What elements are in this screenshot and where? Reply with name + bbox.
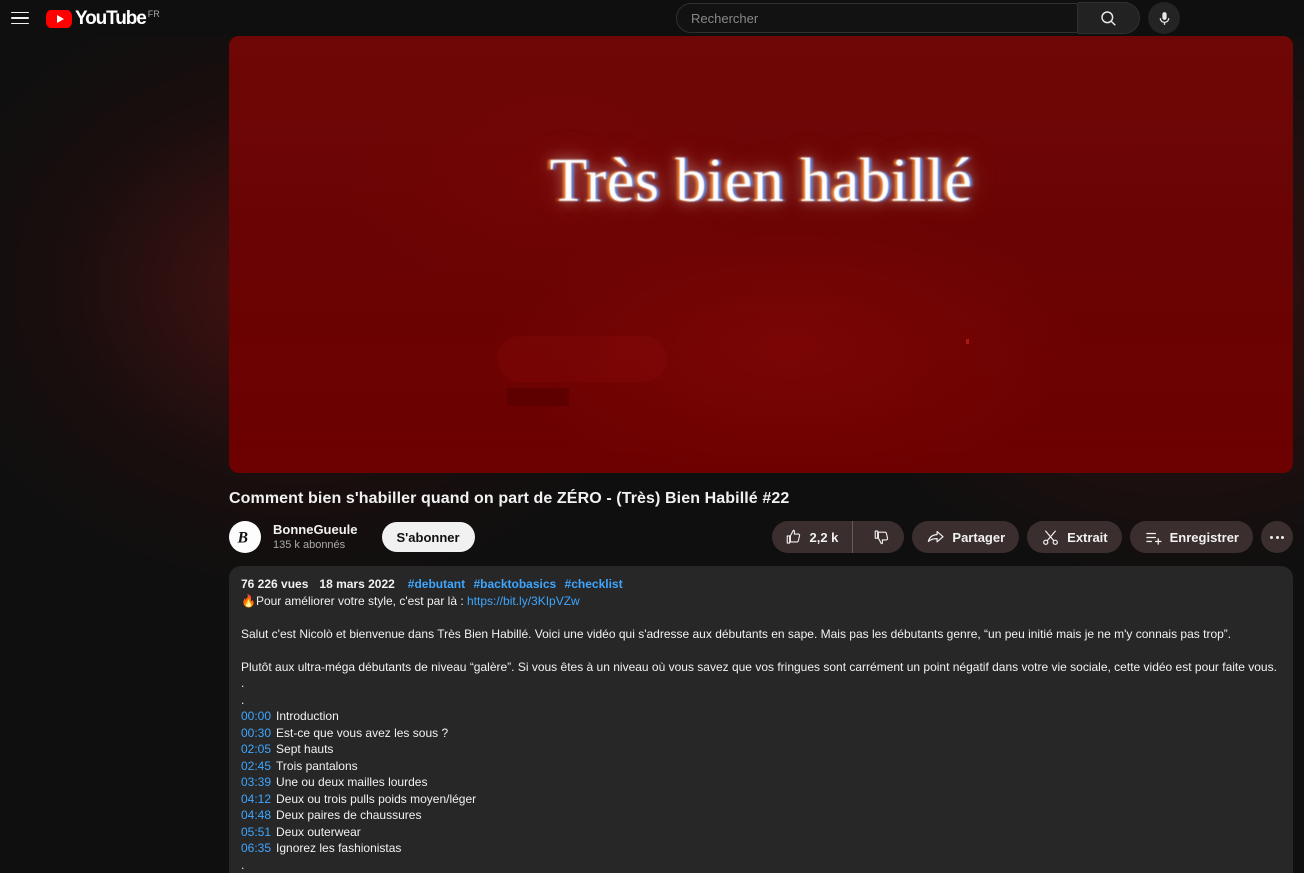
chapter-timestamp[interactable]: 02:45	[241, 758, 271, 775]
clip-label: Extrait	[1067, 529, 1108, 545]
like-count: 2,2 k	[809, 529, 839, 545]
hashtag[interactable]: #backtobasics	[473, 577, 556, 591]
description-paragraph: Salut c'est Nicolò et bienvenue dans Trè…	[241, 626, 1232, 641]
chapter-item[interactable]: 00:00 Introduction	[241, 708, 1281, 725]
youtube-play-icon	[46, 9, 72, 28]
video-frame-title-text: Très bien habillé	[549, 147, 973, 215]
hashtag[interactable]: #checklist	[565, 577, 623, 591]
video-frame-shape	[507, 388, 569, 406]
masthead: YouTube FR	[0, 0, 1304, 36]
chapter-label: Deux paires de chaussures	[276, 808, 422, 822]
chapter-timestamp[interactable]: 05:51	[241, 824, 271, 841]
chapter-label: Ignorez les fashionistas	[276, 841, 402, 855]
chapter-timestamp[interactable]: 00:00	[241, 708, 271, 725]
chapter-item[interactable]: 05:51 Deux outerwear	[241, 824, 1281, 841]
microphone-icon	[1159, 11, 1169, 25]
chapter-label: Deux ou trois pulls poids moyen/léger	[276, 791, 477, 806]
voice-search-button[interactable]	[1148, 2, 1180, 34]
chapter-label: Trois pantalons	[276, 758, 358, 773]
video-owner-row: B BonneGueule 135 k abonnés S'abonner 2,…	[229, 518, 1293, 556]
description-dot-line: .	[241, 676, 245, 690]
like-dislike-group: 2,2 k	[772, 521, 905, 553]
subscribe-button[interactable]: S'abonner	[381, 522, 475, 552]
chapter-label: Sept hauts	[276, 742, 334, 756]
chapter-item[interactable]: 02:05 Sept hauts	[241, 741, 1281, 758]
svg-text:B: B	[237, 530, 248, 547]
description-paragraph: Plutôt aux ultra-méga débutants de nivea…	[241, 659, 1277, 674]
more-horizontal-icon	[1275, 535, 1279, 539]
save-to-playlist-icon	[1146, 532, 1162, 545]
video-actions: 2,2 k Partager Extrait Enregistrer	[772, 521, 1293, 553]
chapter-item[interactable]: 03:39 Une ou deux mailles lourdes	[241, 774, 1281, 791]
video-player[interactable]: Très bien habillé	[229, 36, 1293, 473]
description-dot-line: .	[241, 857, 245, 872]
chapter-item[interactable]: 06:35 Ignorez les fashionistas	[241, 840, 1281, 857]
chapter-timestamp[interactable]: 02:05	[241, 741, 271, 758]
chapter-item[interactable]: 04:12 Deux ou trois pulls poids moyen/lég…	[241, 791, 1281, 808]
description-box[interactable]: 76 226 vues 18 mars 2022 #debutant #back…	[229, 566, 1293, 873]
youtube-country-code: FR	[147, 8, 160, 19]
thumbs-up-icon	[787, 529, 801, 544]
hamburger-icon[interactable]	[8, 6, 32, 30]
search-input[interactable]	[691, 10, 1077, 26]
clip-button[interactable]: Extrait	[1027, 521, 1122, 553]
video-frame-shape	[497, 336, 667, 382]
page-title: Comment bien s'habiller quand on part de…	[229, 490, 790, 507]
video-frame-background	[229, 36, 1293, 473]
search-box[interactable]	[676, 3, 1078, 33]
chapter-label: Deux outerwear	[276, 824, 361, 839]
youtube-logo-text: YouTube	[75, 7, 147, 29]
dislike-button[interactable]	[860, 521, 904, 553]
description-dot-line: .	[241, 692, 245, 707]
share-button[interactable]: Partager	[912, 521, 1020, 553]
chapter-label: Une ou deux mailles lourdes	[276, 775, 428, 789]
more-horizontal-icon	[1270, 535, 1273, 539]
promo-link[interactable]: https://bit.ly/3KIpVZw	[467, 594, 580, 608]
thumbs-down-icon	[875, 530, 889, 545]
share-arrow-icon	[928, 530, 945, 542]
hashtag[interactable]: #debutant	[408, 577, 465, 591]
save-button[interactable]: Enregistrer	[1129, 521, 1253, 553]
search-button[interactable]	[1078, 2, 1140, 34]
search-icon	[1101, 10, 1116, 26]
video-frame-shape	[966, 339, 969, 344]
hashtag-list[interactable]: #debutant #backtobasics #checklist	[408, 576, 628, 593]
chapter-item[interactable]: 02:45 Trois pantalons	[241, 758, 1281, 775]
view-count: 76 226 vues	[241, 577, 309, 591]
chapter-label: Est-ce que vous avez les sous ?	[276, 725, 449, 740]
share-label: Partager	[952, 529, 1006, 545]
scissors-icon	[1043, 529, 1059, 545]
video-metadata-line: 76 226 vues 18 mars 2022 #debutant #back…	[241, 576, 1281, 593]
channel-monogram-icon: B	[237, 530, 248, 547]
chapter-timestamp[interactable]: 04:48	[241, 807, 271, 824]
fire-emoji-icon: 🔥	[241, 593, 256, 608]
promo-line: 🔥Pour améliorer votre style, c'est par l…	[241, 593, 1281, 610]
publish-date: 18 mars 2022	[319, 577, 395, 591]
owner-text: BonneGueule 135 k abonnés	[273, 521, 358, 553]
promo-text: Pour améliorer votre style, c'est par là…	[255, 593, 467, 608]
chapter-timestamp[interactable]: 03:39	[241, 774, 271, 791]
more-actions-button[interactable]	[1261, 521, 1293, 553]
chapter-timestamp[interactable]: 06:35	[241, 840, 271, 857]
chapter-label: Introduction	[276, 709, 339, 723]
chapter-item[interactable]: 04:48 Deux paires de chaussures	[241, 807, 1281, 824]
like-button[interactable]: 2,2 k	[772, 521, 854, 553]
youtube-logo[interactable]: YouTube FR	[46, 9, 160, 28]
search-area	[676, 2, 1180, 34]
channel-name[interactable]: BonneGueule	[273, 521, 358, 538]
more-horizontal-icon	[1281, 535, 1284, 539]
chapter-timestamp[interactable]: 00:30	[241, 725, 271, 742]
avatar[interactable]: B	[229, 521, 261, 553]
chapter-list: 00:00 Introduction 00:30 Est-ce que vous a…	[241, 708, 1281, 857]
chapter-item[interactable]: 00:30 Est-ce que vous avez les sous ?	[241, 725, 1281, 742]
chapter-timestamp[interactable]: 04:12	[241, 791, 271, 808]
subscriber-count: 135 k abonnés	[273, 539, 346, 551]
video-frame-shape	[229, 450, 1293, 451]
save-label: Enregistrer	[1169, 529, 1239, 545]
